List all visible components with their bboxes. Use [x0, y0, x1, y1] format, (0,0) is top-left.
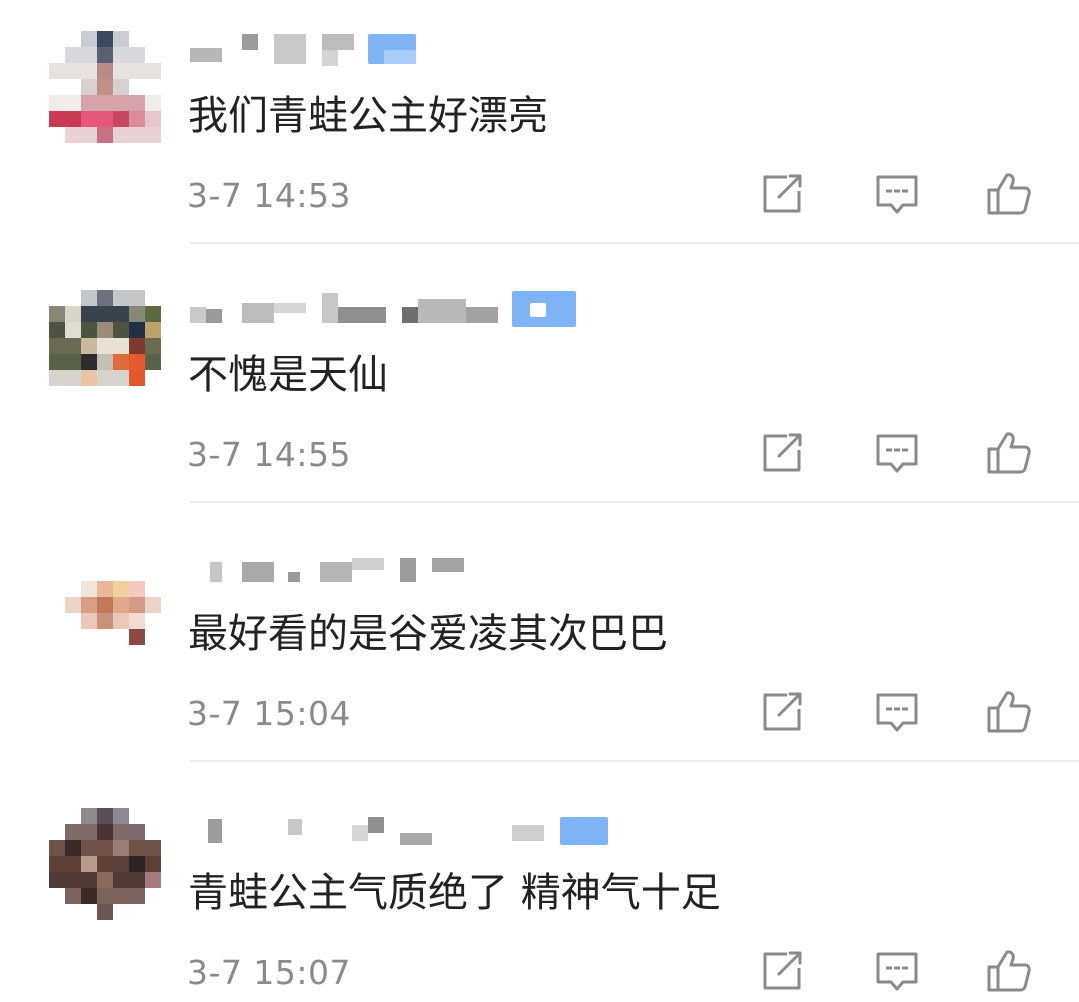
- like-button[interactable]: [985, 947, 1033, 995]
- share-button[interactable]: [759, 429, 807, 477]
- comment-text: 最好看的是谷爱凌其次巴巴: [188, 611, 668, 657]
- comment-timestamp: 3-7 14:53: [187, 176, 351, 215]
- username-blurred[interactable]: [190, 809, 640, 845]
- username-blurred[interactable]: [190, 32, 640, 66]
- comment-text: 不愧是天仙: [188, 352, 388, 398]
- avatar[interactable]: [49, 31, 161, 143]
- comment-reply-icon: [876, 952, 918, 991]
- divider: [190, 501, 1079, 503]
- reply-button[interactable]: [873, 429, 921, 477]
- like-button[interactable]: [985, 688, 1033, 736]
- username-blurred[interactable]: [190, 291, 640, 327]
- divider: [190, 242, 1079, 244]
- comment-reply-icon: [876, 693, 918, 732]
- comment-item: 不愧是天仙 3-7 14:55: [0, 259, 1079, 518]
- thumbs-up-icon: [987, 173, 1031, 215]
- share-icon: [763, 692, 802, 731]
- reply-button[interactable]: [873, 170, 921, 218]
- avatar[interactable]: [49, 549, 161, 661]
- reply-button[interactable]: [873, 947, 921, 995]
- share-button[interactable]: [759, 947, 807, 995]
- share-button[interactable]: [759, 170, 807, 218]
- share-icon: [763, 951, 802, 990]
- comment-reply-icon: [876, 175, 918, 214]
- share-icon: [763, 433, 802, 472]
- like-button[interactable]: [985, 429, 1033, 477]
- share-icon: [763, 174, 802, 213]
- comment-timestamp: 3-7 15:07: [187, 953, 351, 992]
- thumbs-up-icon: [987, 432, 1031, 474]
- divider: [190, 760, 1079, 762]
- comment-text: 青蛙公主气质绝了 精神气十足: [188, 870, 721, 916]
- comment-item: 我们青蛙公主好漂亮 3-7 14:53: [0, 0, 1079, 259]
- comment-item: 青蛙公主气质绝了 精神气十足 3-7 15:07: [0, 777, 1079, 1002]
- thumbs-up-icon: [987, 950, 1031, 992]
- comment-item: 最好看的是谷爱凌其次巴巴 3-7 15:04: [0, 518, 1079, 777]
- comment-timestamp: 3-7 14:55: [187, 435, 351, 474]
- comment-reply-icon: [876, 434, 918, 473]
- comment-timestamp: 3-7 15:04: [187, 694, 351, 733]
- avatar[interactable]: [49, 808, 161, 920]
- comment-list: 我们青蛙公主好漂亮 3-7 14:53 不愧是天仙 3-7 14:55 最好看的…: [0, 0, 1079, 1002]
- comment-text: 我们青蛙公主好漂亮: [188, 93, 548, 139]
- like-button[interactable]: [985, 170, 1033, 218]
- share-button[interactable]: [759, 688, 807, 736]
- avatar[interactable]: [49, 290, 161, 402]
- vip-badge: [560, 817, 608, 845]
- thumbs-up-icon: [987, 691, 1031, 733]
- reply-button[interactable]: [873, 688, 921, 736]
- username-blurred[interactable]: [190, 550, 640, 584]
